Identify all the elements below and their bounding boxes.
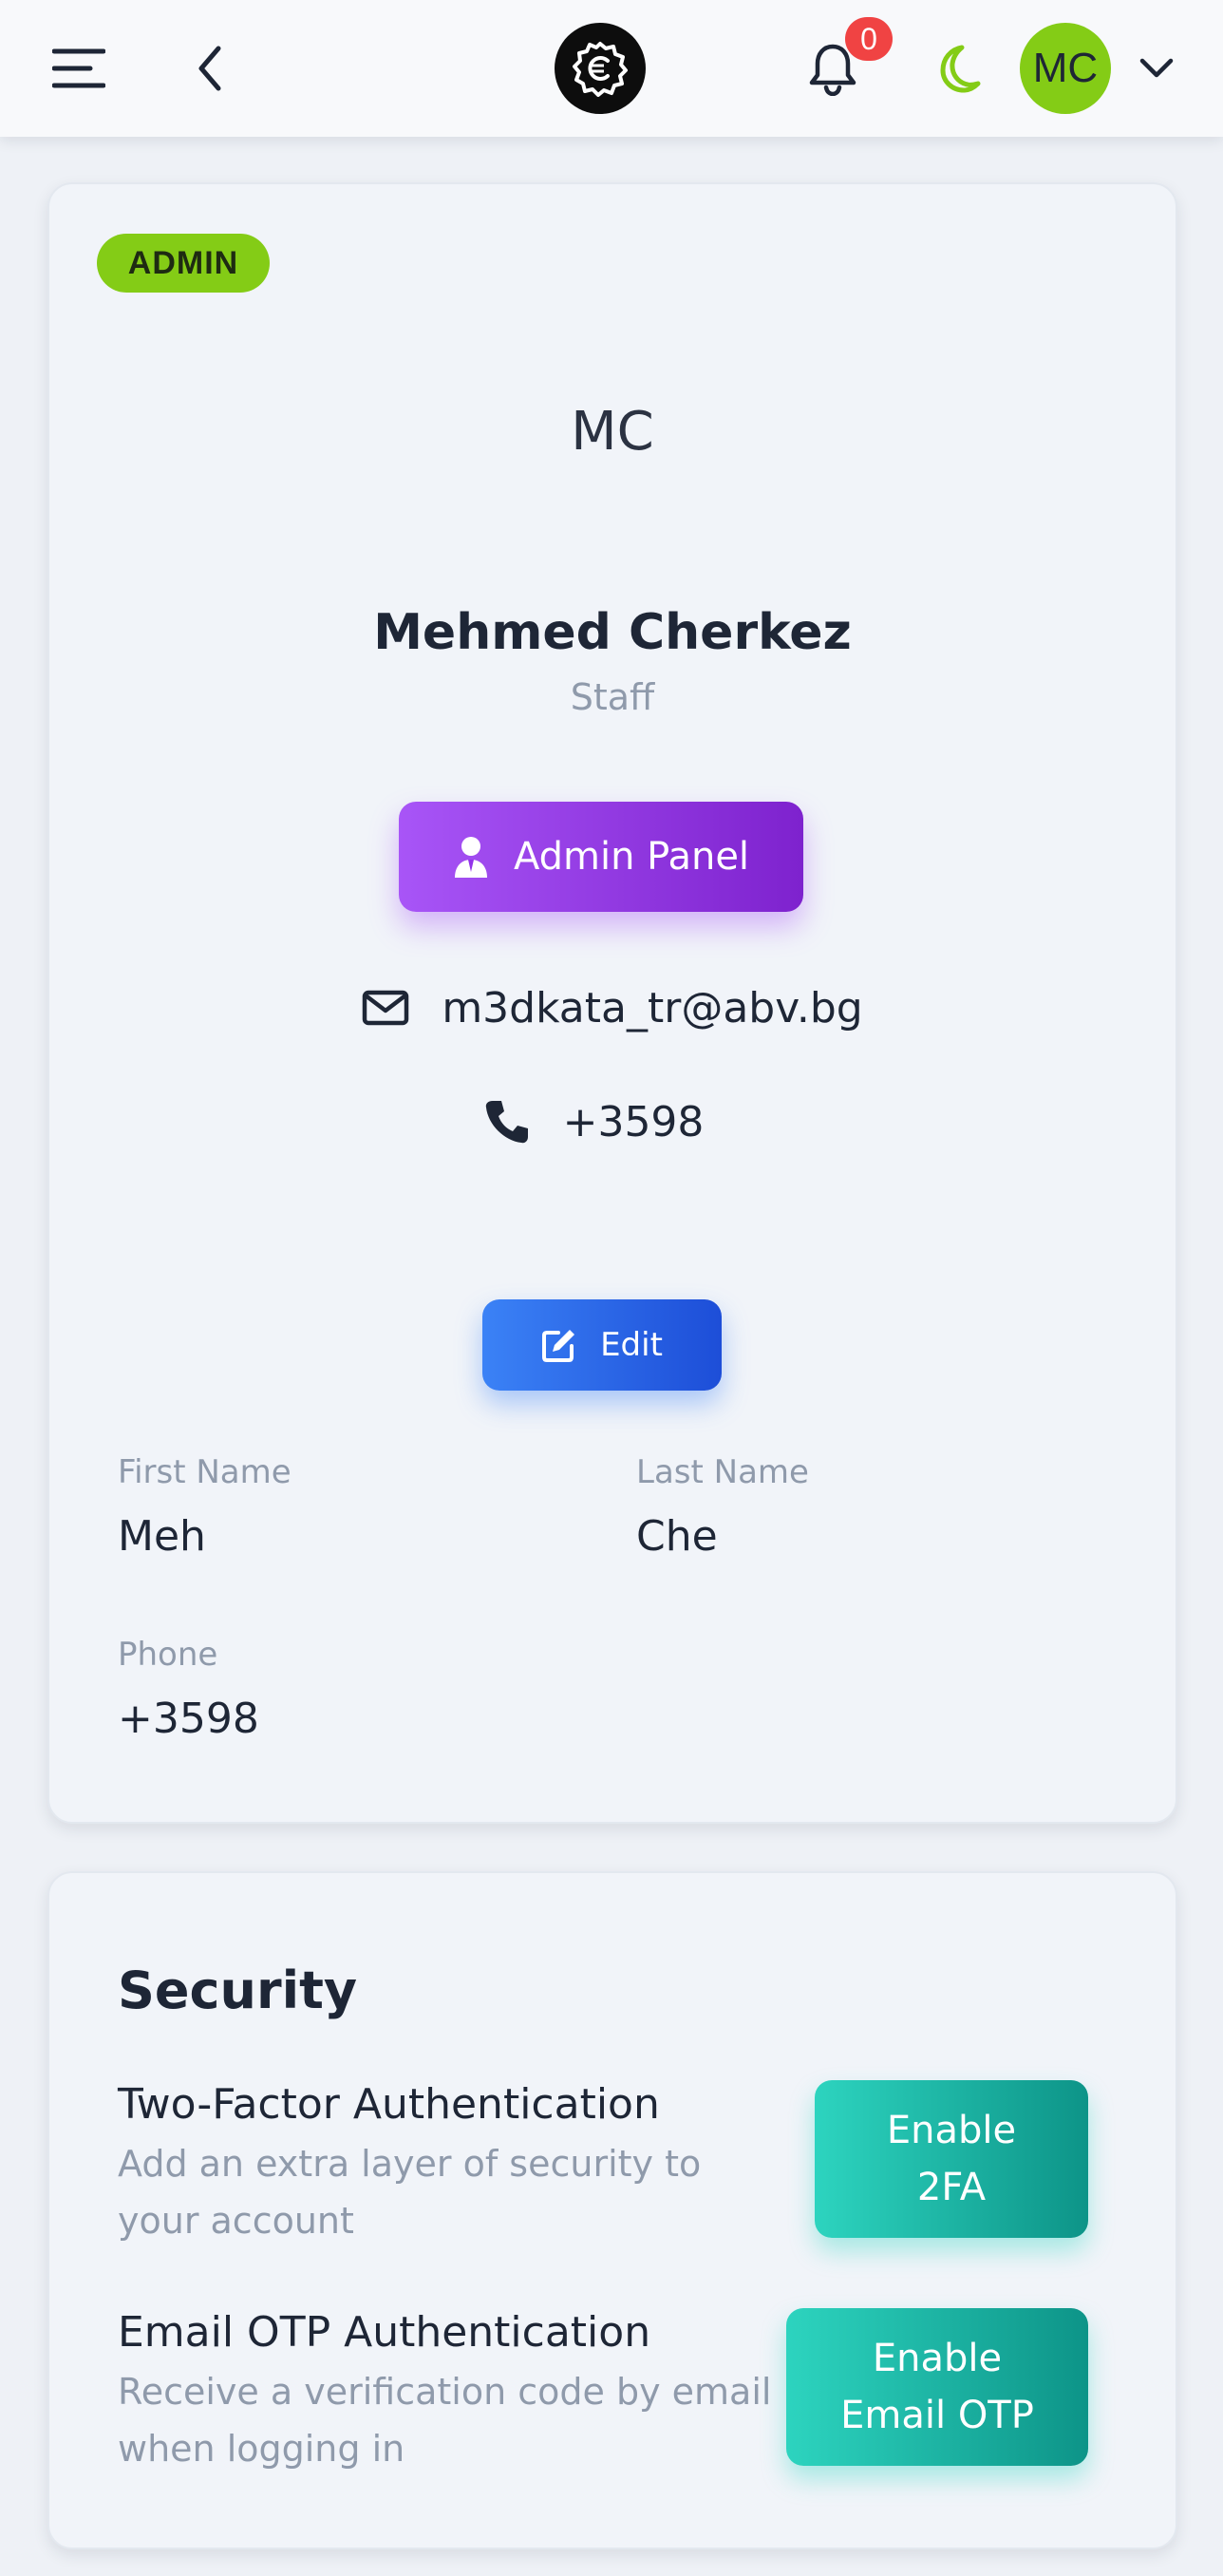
menu-button[interactable] [47, 38, 110, 99]
enable-2fa-line2: 2FA [916, 2166, 987, 2209]
phone-text[interactable]: +3598 [563, 1098, 705, 1146]
user-avatar[interactable]: MC [1020, 23, 1111, 114]
enable-email-otp-button[interactable]: Enable Email OTP [786, 2308, 1088, 2466]
notification-badge: 0 [845, 17, 893, 61]
phone-icon [483, 1098, 531, 1146]
phone-value: +3598 [118, 1695, 259, 1743]
role-badge: ADMIN [97, 234, 270, 293]
security-card: Security Two-Factor Authentication Add a… [47, 1871, 1177, 2549]
email-row: m3dkata_tr@abv.bg [49, 975, 1176, 1041]
two-factor-description: Add an extra layer of security to your a… [118, 2143, 702, 2242]
logo-button[interactable] [555, 23, 646, 114]
enable-email-otp-line2: Email OTP [840, 2394, 1034, 2437]
edit-icon [541, 1327, 577, 1363]
first-name-label: First Name [118, 1453, 292, 1491]
theme-toggle-button[interactable] [927, 38, 986, 99]
phone-label: Phone [118, 1636, 218, 1674]
moon-icon [930, 42, 983, 95]
email-text[interactable]: m3dkata_tr@abv.bg [442, 984, 862, 1032]
edit-button[interactable]: Edit [482, 1299, 722, 1391]
phone-row: +3598 [30, 1089, 1157, 1155]
last-name-value: Che [636, 1512, 718, 1561]
enable-2fa-button[interactable]: Enable 2FA [815, 2080, 1088, 2238]
first-name-value: Meh [118, 1512, 206, 1561]
enable-2fa-line1: Enable [886, 2109, 1017, 2152]
profile-role: Staff [570, 676, 655, 718]
logo-icon [572, 40, 629, 97]
back-button[interactable] [186, 38, 234, 99]
admin-panel-label: Admin Panel [513, 835, 750, 879]
chevron-down-icon [1139, 58, 1174, 79]
user-tie-icon [453, 836, 489, 878]
profile-initials: MC [571, 401, 654, 463]
top-bar: 0 MC [0, 0, 1223, 137]
menu-icon [52, 47, 105, 89]
email-otp-description: Receive a verification code by email whe… [118, 2371, 772, 2470]
profile-name: Mehmed Cherkez [373, 604, 852, 661]
two-factor-title: Two-Factor Authentication [118, 2080, 660, 2129]
last-name-label: Last Name [636, 1453, 809, 1491]
envelope-icon [362, 990, 409, 1026]
admin-panel-button[interactable]: Admin Panel [399, 802, 803, 912]
enable-email-otp-line1: Enable [872, 2337, 1003, 2380]
user-menu-button[interactable] [1134, 47, 1179, 89]
profile-card: ADMIN MC Mehmed Cherkez Staff Admin Pane… [47, 182, 1177, 1824]
security-title: Security [118, 1960, 358, 2020]
edit-label: Edit [600, 1326, 663, 1364]
email-otp-title: Email OTP Authentication [118, 2308, 651, 2357]
back-icon [196, 45, 224, 92]
